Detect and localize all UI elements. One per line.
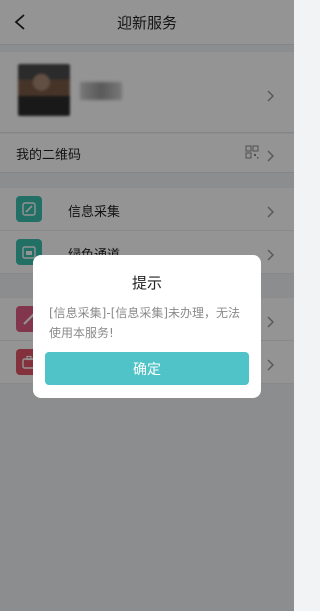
dialog-title: 提示 — [131, 274, 162, 292]
dialog-message: [信息采集]-[信息采集]未办理，无法使用本服务! — [49, 306, 241, 340]
confirm-button[interactable]: 确定 — [45, 352, 249, 385]
alert-dialog: 提示 [信息采集]-[信息采集]未办理，无法使用本服务! 确定 — [33, 255, 261, 398]
